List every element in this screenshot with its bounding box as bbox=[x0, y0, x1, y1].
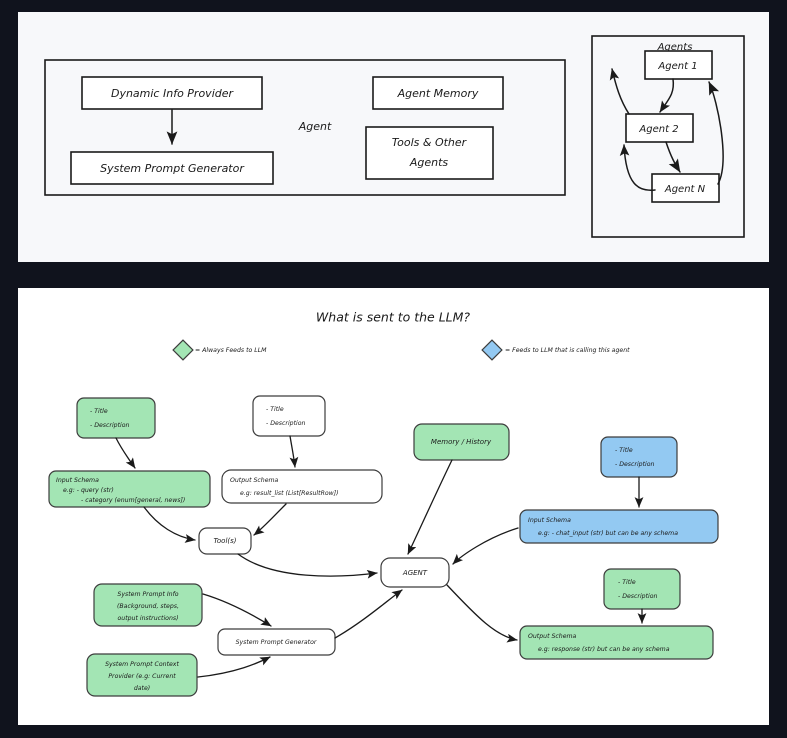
bottom-diagram-panel: What is sent to the LLM? = Always Feeds … bbox=[18, 288, 769, 725]
agent-1-label: Agent 1 bbox=[657, 61, 697, 72]
arrow-agent2-to-agent1 bbox=[609, 68, 630, 115]
tools-other-agents-label-line2: Agents bbox=[409, 156, 449, 169]
edge-outputtitle-to-tooloutput bbox=[289, 435, 299, 468]
edge-spgenerator-to-agent bbox=[334, 589, 403, 639]
agent-output-schema-line2: e.g: response (str) but can be any schem… bbox=[538, 645, 670, 653]
bottom-diagram-svg: What is sent to the LLM? = Always Feeds … bbox=[48, 310, 719, 697]
agent-memory-label: Agent Memory bbox=[397, 87, 479, 100]
agent-input-schema-node[interactable] bbox=[519, 509, 719, 544]
agent-2-label: Agent 2 bbox=[638, 124, 678, 135]
bottom-panel-title: What is sent to the LLM? bbox=[316, 310, 470, 325]
agent-input-title-desc-node[interactable] bbox=[600, 436, 678, 478]
memory-history-label: Memory / History bbox=[431, 438, 492, 446]
system-prompt-info-line2: (Background, steps, bbox=[117, 602, 179, 610]
edge-tooloutput-to-tools bbox=[253, 503, 287, 536]
output-title-desc-line2: - Description bbox=[266, 419, 306, 427]
agent-output-schema-line1: Output Schema bbox=[528, 632, 577, 640]
agent-output-title-desc-line1: - Title bbox=[618, 578, 636, 586]
arrow-agentn-to-agent1 bbox=[708, 81, 724, 185]
legend-blue-text: = Feeds to LLM that is calling this agen… bbox=[505, 346, 630, 354]
agent-output-title-desc-node[interactable] bbox=[603, 568, 681, 610]
dynamic-info-provider-label: Dynamic Info Provider bbox=[111, 87, 235, 100]
arrow-agent1-to-agent2 bbox=[659, 78, 675, 113]
tool-input-schema-line3: - category (enum[general, news]) bbox=[81, 496, 185, 504]
tool-title-desc-line2: - Description bbox=[90, 421, 130, 429]
agent-n-label: Agent N bbox=[664, 184, 706, 195]
system-prompt-context-provider-line2: Provider (e.g: Current bbox=[108, 672, 176, 680]
top-diagram-svg: Dynamic Info Provider System Prompt Gene… bbox=[44, 35, 745, 238]
tool-output-schema-line2: e.g: result_list (List[ResultRow]) bbox=[240, 489, 339, 497]
agent-node-label: AGENT bbox=[402, 569, 428, 577]
legend-green-text: = Always Feeds to LLM bbox=[195, 346, 267, 354]
tool-output-schema-node[interactable] bbox=[221, 469, 383, 504]
tools-node-label: Tool(s) bbox=[213, 537, 236, 545]
system-prompt-context-provider-line3: date) bbox=[134, 684, 150, 692]
agent-group-label: Agent bbox=[298, 120, 332, 133]
system-prompt-generator-label: System Prompt Generator bbox=[100, 162, 245, 175]
legend-blue-diamond bbox=[481, 339, 503, 361]
system-prompt-context-provider-line1: System Prompt Context bbox=[105, 660, 179, 668]
tools-other-agents-box[interactable] bbox=[365, 126, 494, 180]
agent-input-schema-line1: Input Schema bbox=[528, 516, 571, 524]
tools-other-agents-label-line1: Tools & Other bbox=[392, 136, 468, 149]
screenshot-root: Dynamic Info Provider System Prompt Gene… bbox=[0, 0, 787, 738]
edge-spinfo-to-spgenerator bbox=[202, 593, 272, 627]
tool-output-schema-line1: Output Schema bbox=[230, 476, 279, 484]
legend-green-diamond bbox=[172, 339, 194, 361]
output-title-desc-line1: - Title bbox=[266, 405, 284, 413]
arrow-agent2-to-agentn bbox=[665, 141, 681, 173]
arrow-agentn-to-agent2 bbox=[619, 144, 656, 192]
top-diagram-panel: Dynamic Info Provider System Prompt Gene… bbox=[18, 12, 769, 262]
edge-agent-to-agentoutputschema bbox=[446, 584, 518, 643]
system-prompt-info-line1: System Prompt Info bbox=[117, 590, 178, 598]
agent-input-schema-line2: e.g: - chat_input (str) but can be any s… bbox=[538, 529, 678, 537]
system-prompt-generator-node-label: System Prompt Generator bbox=[236, 638, 317, 646]
tool-title-desc-line1: - Title bbox=[90, 407, 108, 415]
edge-spcontext-to-spgenerator bbox=[197, 656, 271, 678]
agent-output-title-desc-line2: - Description bbox=[618, 592, 658, 600]
agent-output-schema-node[interactable] bbox=[519, 625, 714, 660]
edge-memory-to-agent bbox=[407, 459, 453, 555]
edge-tooltitle-to-toolinput bbox=[115, 437, 136, 469]
output-title-desc-node[interactable] bbox=[252, 395, 326, 437]
tool-input-schema-line1: Input Schema bbox=[56, 476, 99, 484]
agent-input-title-desc-line1: - Title bbox=[615, 446, 633, 454]
agent-input-title-desc-line2: - Description bbox=[615, 460, 655, 468]
tool-input-schema-line2: e.g: - query (str) bbox=[63, 486, 114, 494]
edge-tools-to-agent bbox=[237, 553, 378, 579]
system-prompt-info-line3: output instructions) bbox=[117, 614, 178, 622]
tool-title-desc-node[interactable] bbox=[76, 397, 156, 439]
edge-toolinput-to-tools bbox=[143, 506, 196, 543]
edge-agentinput-to-agent bbox=[452, 527, 519, 565]
